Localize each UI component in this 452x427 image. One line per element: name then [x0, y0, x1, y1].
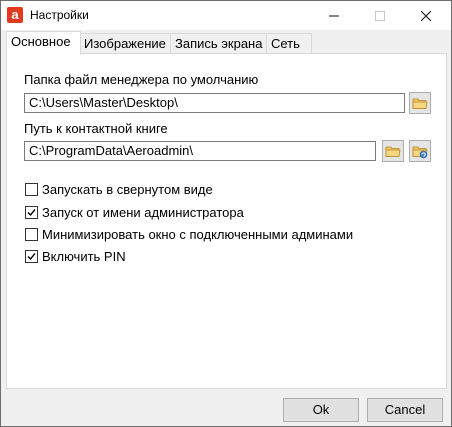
file-manager-folder-input[interactable]: C:\Users\Master\Desktop\ — [24, 93, 405, 113]
maximize-button[interactable] — [357, 1, 403, 30]
run-as-admin-label: Запуск от имени администратора — [42, 205, 244, 220]
checkmark-icon — [27, 253, 36, 261]
title-bar[interactable]: a Настройки — [1, 1, 451, 30]
start-minimized-label: Запускать в свернутом виде — [42, 182, 213, 197]
minimize-with-admins-checkbox[interactable] — [25, 228, 38, 241]
file-manager-folder-label: Папка файл менеджера по умолчанию — [24, 72, 259, 87]
folder-icon — [385, 146, 401, 157]
minimize-icon — [329, 15, 339, 16]
checkmark-icon — [27, 209, 36, 217]
tab-screen-recording[interactable]: Запись экрана — [170, 33, 268, 54]
minimize-button[interactable] — [311, 1, 357, 30]
cancel-button[interactable]: Cancel — [367, 398, 443, 422]
ok-button[interactable]: Ok — [283, 398, 359, 422]
start-minimized-checkbox[interactable] — [25, 183, 38, 196]
general-settings-panel: Папка файл менеджера по умолчанию C:\Use… — [6, 53, 447, 389]
browse-file-manager-folder-button[interactable] — [409, 92, 431, 114]
tab-network[interactable]: Сеть — [266, 33, 312, 54]
settings-window: a Настройки Основное Изображение Запись … — [0, 0, 452, 427]
aeroadmin-app-icon: a — [7, 7, 23, 23]
folder-icon — [412, 98, 428, 109]
close-button[interactable] — [403, 1, 449, 30]
run-as-admin-checkbox[interactable] — [25, 206, 38, 219]
enable-pin-label: Включить PIN — [42, 249, 126, 264]
maximize-icon — [375, 10, 385, 21]
contacts-folder-sync-button[interactable] — [409, 140, 431, 162]
minimize-with-admins-label: Минимизировать окно с подключенными адми… — [42, 227, 354, 242]
contacts-path-input[interactable]: C:\ProgramData\Aeroadmin\ — [24, 141, 376, 161]
folder-sync-icon — [412, 146, 428, 159]
app-icon-letter: a — [11, 7, 19, 22]
close-icon — [421, 10, 431, 21]
enable-pin-checkbox[interactable] — [25, 250, 38, 263]
window-title: Настройки — [30, 8, 89, 22]
tab-general[interactable]: Основное — [6, 31, 81, 55]
tab-image[interactable]: Изображение — [79, 33, 172, 54]
contacts-path-label: Путь к контактной книге — [24, 121, 168, 136]
browse-contacts-folder-button[interactable] — [382, 140, 404, 162]
